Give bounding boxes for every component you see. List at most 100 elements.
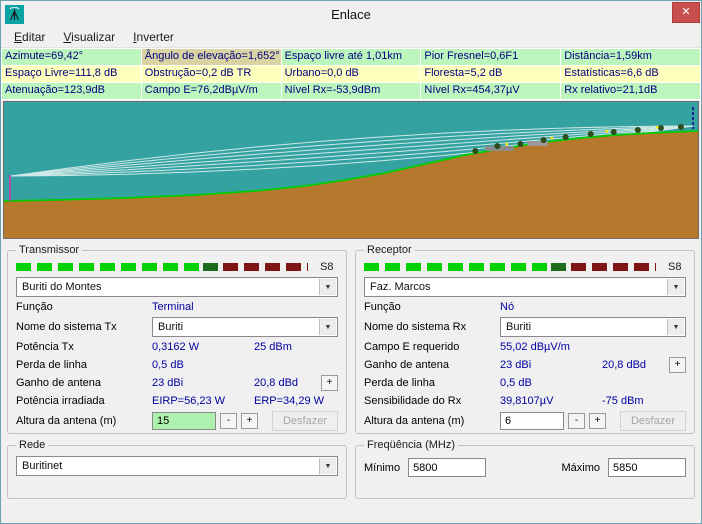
rx-sensitivity-row: Sensibilidade do Rx 39,8107µV -75 dBm	[364, 393, 686, 409]
frequency-max-label: Máximo	[561, 461, 600, 474]
rx-line-loss-value: 0,5 dB	[500, 377, 532, 389]
tx-power-label: Potência Tx	[16, 341, 74, 353]
info-obstrucao: Obstrução=0,2 dB TR	[141, 66, 281, 82]
rx-required-field-label: Campo E requerido	[364, 341, 460, 353]
frequency-title: Freqüência (MHz)	[367, 439, 456, 451]
chevron-down-icon[interactable]	[319, 458, 336, 474]
tx-radiated-power-row: Potência irradiada EIRP=56,23 W ERP=34,2…	[16, 393, 338, 409]
rx-sensitivity-uv: 39,8107µV	[500, 395, 554, 407]
rx-antenna-gain-dbi: 23 dBi	[500, 359, 532, 371]
frequency-max-input[interactable]	[608, 458, 686, 477]
rx-antenna-plus-button[interactable]: +	[669, 357, 686, 373]
tx-antenna-height-label: Altura da antena (m)	[16, 415, 117, 427]
tx-station-combo[interactable]: Buriti do Montes	[16, 277, 338, 297]
tx-antenna-gain-label: Ganho de antena	[16, 377, 102, 389]
rx-signal-meter	[364, 263, 656, 271]
rx-line-loss-label: Perda de linha	[364, 377, 435, 389]
rx-undo-button[interactable]: Desfazer	[620, 411, 686, 431]
tx-signal-meter	[16, 263, 308, 271]
menu-visualizar[interactable]: Visualizar	[54, 28, 124, 46]
tx-power-dbm: 25 dBm	[254, 341, 292, 353]
tx-height-increase-button[interactable]: +	[241, 413, 258, 429]
meter-red-segment	[223, 263, 308, 271]
info-azimute: Azimute=69,42°	[2, 49, 141, 65]
rx-required-field-value: 55,02 dBµV/m	[500, 341, 570, 353]
rx-height-decrease-button[interactable]: -	[568, 413, 585, 429]
rx-antenna-height-row: Altura da antena (m) - + Desfazer	[364, 411, 686, 431]
network-title: Rede	[19, 439, 46, 451]
tx-radiated-power-label: Potência irradiada	[16, 395, 105, 407]
info-pior-fresnel: Pior Fresnel=0,6F1	[421, 49, 561, 65]
tx-signal-units: S8	[320, 261, 334, 273]
tx-antenna-gain-dbd: 20,8 dBd	[254, 377, 299, 389]
meter-green-segment	[364, 263, 551, 271]
info-atenuacao: Atenuação=123,9dB	[2, 83, 141, 99]
rx-system-combo[interactable]: Buriti	[500, 317, 686, 337]
info-urbano: Urbano=0,0 dB	[281, 66, 421, 82]
enlace-window: Enlace ✕ Editar Visualizar Inverter Azim…	[0, 0, 702, 524]
chevron-down-icon[interactable]	[667, 319, 684, 335]
rx-antenna-height-label: Altura da antena (m)	[364, 415, 465, 427]
rx-sensitivity-dbm: -75 dBm	[602, 395, 644, 407]
info-espaco-livre-db: Espaço Livre=111,8 dB	[2, 66, 141, 82]
tx-rx-panels: Transmissor S8 Buriti do Montes Função T…	[1, 239, 701, 434]
tx-antenna-plus-button[interactable]: +	[321, 375, 338, 391]
chevron-down-icon[interactable]	[667, 279, 684, 295]
rx-antenna-gain-label: Ganho de antena	[364, 359, 450, 371]
rx-antenna-height-input[interactable]	[500, 412, 564, 430]
tx-antenna-height-input[interactable]	[152, 412, 216, 430]
rx-system-row: Nome do sistema Rx Buriti	[364, 317, 686, 337]
meter-green-segment	[16, 263, 203, 271]
rx-antenna-gain-dbd: 20,8 dBd	[602, 359, 647, 371]
tx-antenna-gain-row: Ganho de antena 23 dBi 20,8 dBd +	[16, 375, 338, 391]
tx-erp-value: ERP=34,29 W	[254, 395, 325, 407]
bottom-panels: Rede Buritinet Freqüência (MHz) Mínimo M…	[1, 434, 701, 499]
chevron-down-icon[interactable]	[319, 279, 336, 295]
info-angulo-elevacao: Ângulo de elevação=1,652°	[141, 49, 281, 65]
tx-line-loss-value: 0,5 dB	[152, 359, 184, 371]
tx-line-loss-label: Perda de linha	[16, 359, 87, 371]
receiver-groupbox: Receptor S8 Faz. Marcos Função Nó Nome d…	[355, 244, 695, 434]
link-info-grid: Azimute=69,42° Ângulo de elevação=1,652°…	[1, 48, 701, 100]
tx-height-decrease-button[interactable]: -	[220, 413, 237, 429]
chevron-down-icon[interactable]	[319, 319, 336, 335]
menubar: Editar Visualizar Inverter	[1, 27, 701, 48]
rx-height-increase-button[interactable]: +	[589, 413, 606, 429]
network-value: Buritinet	[22, 460, 63, 472]
close-button[interactable]: ✕	[672, 2, 700, 23]
tx-system-row: Nome do sistema Tx Buriti	[16, 317, 338, 337]
tx-system-label: Nome do sistema Tx	[16, 321, 117, 333]
frequency-row: Mínimo Máximo	[364, 458, 686, 477]
tx-station-value: Buriti do Montes	[22, 281, 102, 293]
network-groupbox: Rede Buritinet	[7, 439, 347, 499]
tx-signal-meter-row: S8	[16, 260, 338, 274]
meter-red-segment	[571, 263, 656, 271]
window-title: Enlace	[331, 6, 371, 22]
meter-darkgreen-segment	[550, 263, 572, 271]
rx-signal-units: S8	[668, 261, 682, 273]
menu-inverter[interactable]: Inverter	[124, 28, 183, 46]
receiver-title: Receptor	[367, 244, 412, 256]
menu-editar[interactable]: Editar	[5, 28, 54, 46]
rx-station-combo[interactable]: Faz. Marcos	[364, 277, 686, 297]
tx-system-combo[interactable]: Buriti	[152, 317, 338, 337]
rx-sensitivity-label: Sensibilidade do Rx	[364, 395, 462, 407]
rx-line-loss-row: Perda de linha 0,5 dB	[364, 375, 686, 391]
tx-undo-button[interactable]: Desfazer	[272, 411, 338, 431]
info-distancia: Distância=1,59km	[561, 49, 700, 65]
info-espaco-livre-ate: Espaço livre até 1,01km	[281, 49, 421, 65]
info-nivel-rx-dbm: Nível Rx=-53,9dBm	[281, 83, 421, 99]
rx-antenna-gain-row: Ganho de antena 23 dBi 20,8 dBd +	[364, 357, 686, 373]
info-rx-relativo: Rx relativo=21,1dB	[561, 83, 700, 99]
tx-system-value: Buriti	[158, 321, 184, 333]
titlebar: Enlace ✕	[1, 1, 701, 27]
rx-station-value: Faz. Marcos	[370, 281, 431, 293]
frequency-groupbox: Freqüência (MHz) Mínimo Máximo	[355, 439, 695, 499]
tx-power-watts: 0,3162 W	[152, 341, 200, 353]
tx-antenna-height-row: Altura da antena (m) - + Desfazer	[16, 411, 338, 431]
frequency-min-input[interactable]	[408, 458, 487, 477]
info-nivel-rx-uv: Nível Rx=454,37µV	[421, 83, 561, 99]
network-combo[interactable]: Buritinet	[16, 456, 338, 476]
terrain-profile-chart	[3, 101, 699, 239]
tx-funcao-row: Função Terminal	[16, 299, 338, 315]
